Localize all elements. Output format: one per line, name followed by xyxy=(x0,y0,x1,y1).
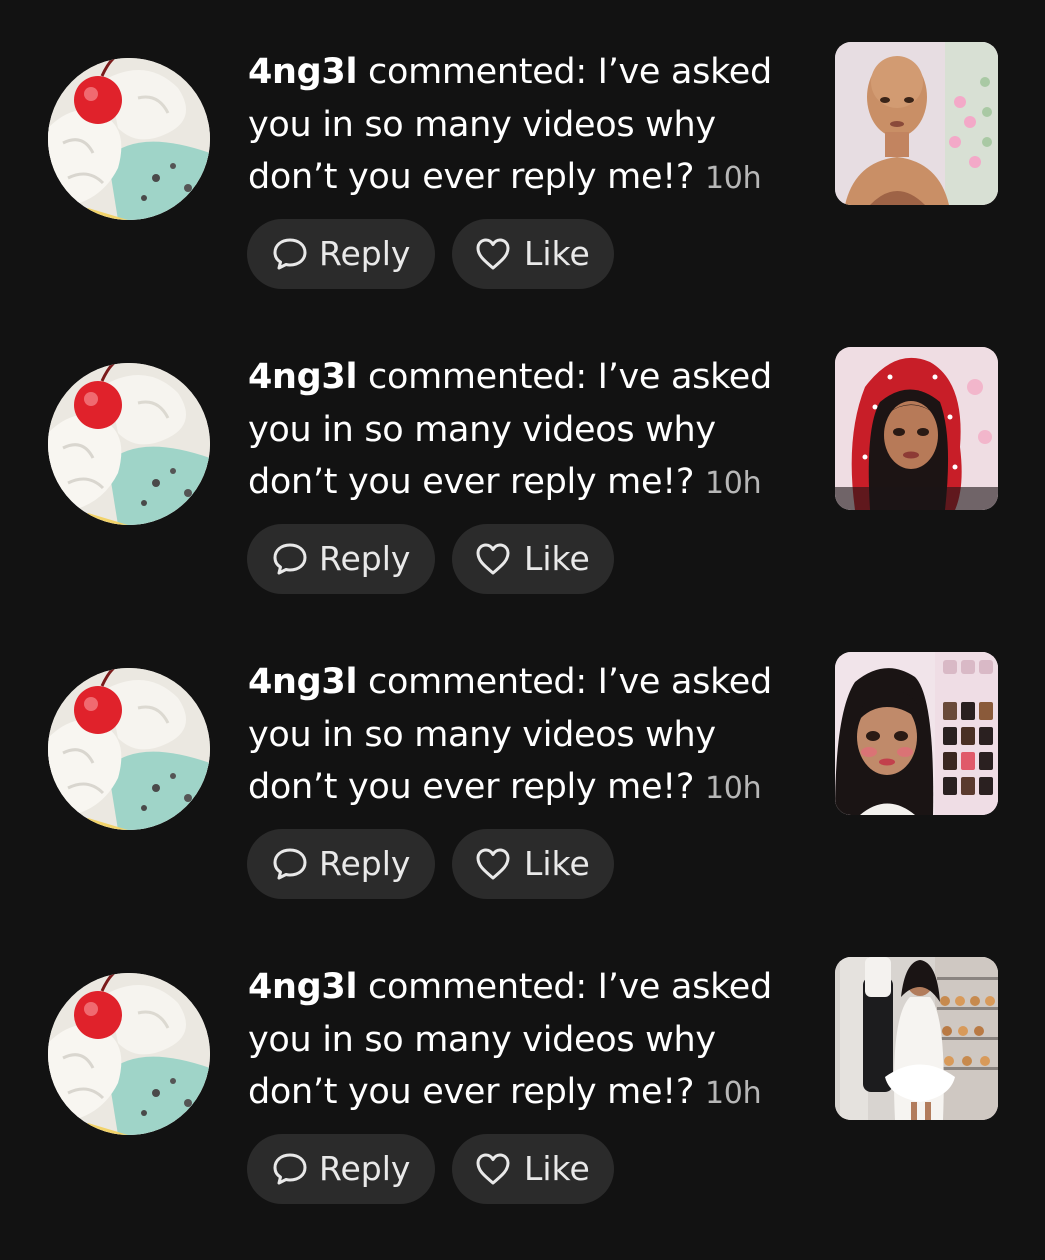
reply-label: Reply xyxy=(319,1149,411,1188)
timestamp: 10h xyxy=(705,771,762,806)
comment-notification[interactable]: 4ng3l commented: I’ve asked you in so ma… xyxy=(0,955,1045,1260)
notification-feed: 4ng3l commented: I’ve asked you in so ma… xyxy=(0,0,1045,1204)
username[interactable]: 4ng3l xyxy=(248,52,357,92)
speech-bubble-icon xyxy=(271,845,309,883)
avatar[interactable] xyxy=(48,668,210,830)
like-label: Like xyxy=(524,844,590,883)
sundae-avatar-image xyxy=(48,668,210,830)
comment-text: 4ng3l commented: I’ve asked you in so ma… xyxy=(248,351,808,511)
action-text: commented: xyxy=(357,662,598,702)
avatar[interactable] xyxy=(48,973,210,1135)
reply-label: Reply xyxy=(319,234,411,273)
comment-text: 4ng3l commented: I’ve asked you in so ma… xyxy=(248,46,808,206)
like-label: Like xyxy=(524,234,590,273)
video-thumbnail[interactable] xyxy=(835,652,998,815)
like-button[interactable]: Like xyxy=(452,219,614,289)
reply-button[interactable]: Reply xyxy=(247,829,435,899)
username[interactable]: 4ng3l xyxy=(248,967,357,1007)
avatar[interactable] xyxy=(48,58,210,220)
speech-bubble-icon xyxy=(271,235,309,273)
username[interactable]: 4ng3l xyxy=(248,662,357,702)
like-button[interactable]: Like xyxy=(452,524,614,594)
comment-notification[interactable]: 4ng3l commented: I’ve asked you in so ma… xyxy=(0,40,1045,345)
video-thumbnail[interactable] xyxy=(835,42,998,205)
sundae-avatar-image xyxy=(48,58,210,220)
comment-text: 4ng3l commented: I’ve asked you in so ma… xyxy=(248,656,808,816)
like-label: Like xyxy=(524,539,590,578)
bakery-outfit-video-image xyxy=(835,957,998,1120)
action-text: commented: xyxy=(357,52,598,92)
like-button[interactable]: Like xyxy=(452,1134,614,1204)
sundae-avatar-image xyxy=(48,973,210,1135)
reply-button[interactable]: Reply xyxy=(247,1134,435,1204)
comment-notification[interactable]: 4ng3l commented: I’ve asked you in so ma… xyxy=(0,345,1045,650)
heart-icon xyxy=(474,845,512,883)
sundae-avatar-image xyxy=(48,363,210,525)
action-text: commented: xyxy=(357,357,598,397)
reply-button[interactable]: Reply xyxy=(247,219,435,289)
speech-bubble-icon xyxy=(271,1150,309,1188)
character-creator-video-image xyxy=(835,652,998,815)
heart-icon xyxy=(474,235,512,273)
like-button[interactable]: Like xyxy=(452,829,614,899)
avatar[interactable] xyxy=(48,363,210,525)
username[interactable]: 4ng3l xyxy=(248,357,357,397)
timestamp: 10h xyxy=(705,466,762,501)
heart-icon xyxy=(474,540,512,578)
comment-text: 4ng3l commented: I’ve asked you in so ma… xyxy=(248,961,808,1121)
timestamp: 10h xyxy=(705,161,762,196)
red-headscarf-video-image xyxy=(835,347,998,510)
reply-label: Reply xyxy=(319,539,411,578)
action-text: commented: xyxy=(357,967,598,1007)
timestamp: 10h xyxy=(705,1076,762,1111)
comment-notification[interactable]: 4ng3l commented: I’ve asked you in so ma… xyxy=(0,650,1045,955)
like-label: Like xyxy=(524,1149,590,1188)
reply-label: Reply xyxy=(319,844,411,883)
bald-avatar-video-image xyxy=(835,42,998,205)
video-thumbnail[interactable] xyxy=(835,957,998,1120)
reply-button[interactable]: Reply xyxy=(247,524,435,594)
heart-icon xyxy=(474,1150,512,1188)
video-thumbnail[interactable] xyxy=(835,347,998,510)
speech-bubble-icon xyxy=(271,540,309,578)
